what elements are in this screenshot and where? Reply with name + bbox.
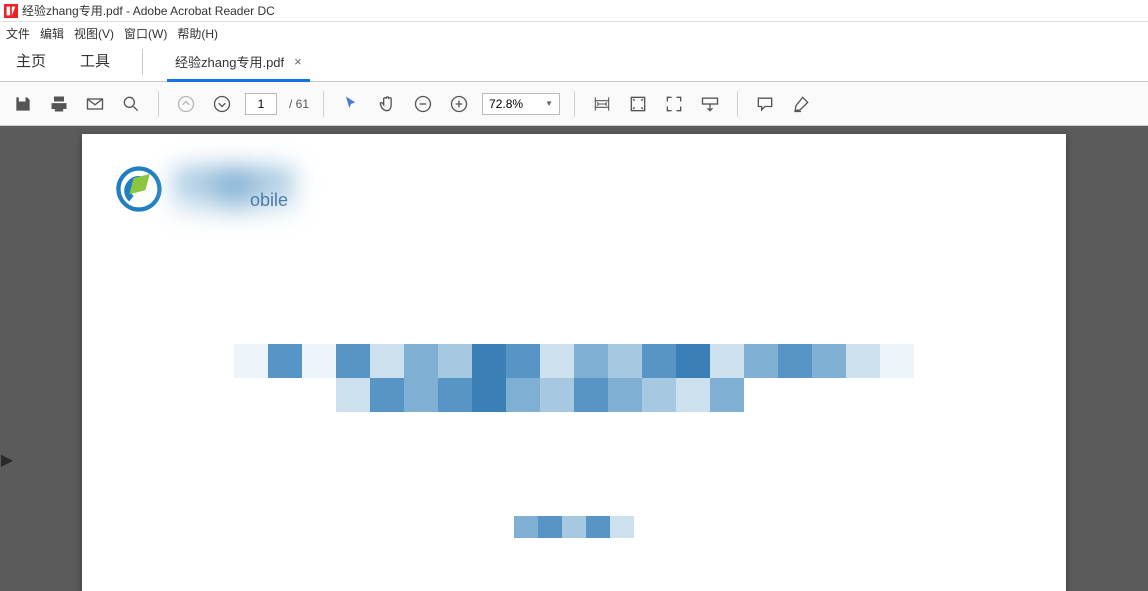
menu-view[interactable]: 视图(V): [74, 25, 114, 42]
comment-icon[interactable]: [752, 91, 778, 117]
tab-document-label: 经验zhang专用.pdf: [175, 52, 284, 71]
app-icon: [4, 4, 18, 18]
tab-tools[interactable]: 工具: [72, 42, 118, 81]
logo-text-blurred: obile: [174, 167, 294, 211]
highlight-icon[interactable]: [788, 91, 814, 117]
tabbar: 主页 工具 经验zhang专用.pdf ×: [0, 44, 1148, 82]
left-gutter: [0, 126, 82, 591]
toolbar: / 61 72.8% ▼: [0, 82, 1148, 126]
page-down-icon[interactable]: [209, 91, 235, 117]
search-icon[interactable]: [118, 91, 144, 117]
separator: [737, 91, 738, 117]
page-total-label: / 61: [289, 97, 309, 111]
dropdown-icon: ▼: [545, 99, 553, 108]
close-tab-icon[interactable]: ×: [294, 54, 302, 69]
panel-expand-handle[interactable]: ▶: [0, 446, 14, 474]
menu-file[interactable]: 文件: [6, 25, 30, 42]
tab-home[interactable]: 主页: [8, 42, 54, 81]
logo-area: obile: [112, 162, 294, 216]
menu-edit[interactable]: 编辑: [40, 25, 64, 42]
fit-width-icon[interactable]: [589, 91, 615, 117]
menu-window[interactable]: 窗口(W): [124, 25, 167, 42]
subtitle-blurred: [514, 516, 634, 538]
zoom-out-icon[interactable]: [410, 91, 436, 117]
save-icon[interactable]: [10, 91, 36, 117]
right-gutter: [1066, 126, 1148, 591]
hand-tool-icon[interactable]: [374, 91, 400, 117]
china-mobile-logo-icon: [112, 162, 166, 216]
fullscreen-icon[interactable]: [661, 91, 687, 117]
print-icon[interactable]: [46, 91, 72, 117]
separator: [323, 91, 324, 117]
separator: [574, 91, 575, 117]
zoom-value: 72.8%: [489, 97, 523, 111]
email-icon[interactable]: [82, 91, 108, 117]
select-tool-icon[interactable]: [338, 91, 364, 117]
menu-help[interactable]: 帮助(H): [177, 25, 218, 42]
separator: [158, 91, 159, 117]
zoom-in-icon[interactable]: [446, 91, 472, 117]
page-number-input[interactable]: [245, 93, 277, 115]
window-title: 经验zhang专用.pdf - Adobe Acrobat Reader DC: [22, 2, 275, 19]
zoom-select[interactable]: 72.8% ▼: [482, 93, 560, 115]
tab-document[interactable]: 经验zhang专用.pdf ×: [167, 44, 310, 82]
logo-visible-text: obile: [250, 190, 288, 211]
read-mode-icon[interactable]: [697, 91, 723, 117]
page-content: obile: [82, 134, 1066, 591]
tab-separator: [142, 49, 143, 75]
titlebar: 经验zhang专用.pdf - Adobe Acrobat Reader DC: [0, 0, 1148, 22]
fit-page-icon[interactable]: [625, 91, 651, 117]
document-viewport[interactable]: ▶ obile: [0, 126, 1148, 591]
title-blurred: [234, 344, 914, 412]
menubar: 文件 编辑 视图(V) 窗口(W) 帮助(H): [0, 22, 1148, 44]
page-up-icon[interactable]: [173, 91, 199, 117]
